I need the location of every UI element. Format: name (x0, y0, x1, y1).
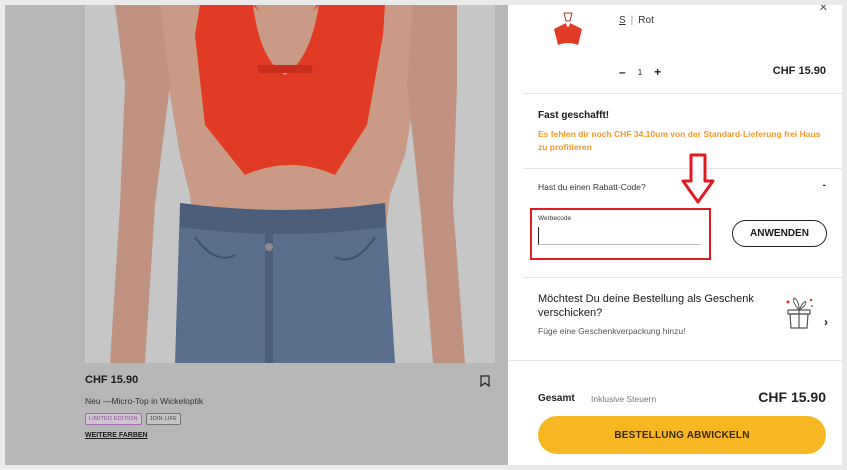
quantity-stepper: – 1 + (619, 65, 661, 79)
divider (524, 277, 842, 278)
cart-item-price: CHF 15.90 (772, 65, 826, 77)
shipping-progress-message: Es fehlen dir noch CHF 34.10um von der S… (538, 129, 821, 152)
close-icon[interactable]: ✕ (819, 5, 828, 14)
coupon-field-label: Werbecode (538, 215, 572, 222)
product-badges: LIMITED EDITION JOIN LIFE (85, 413, 182, 425)
chevron-right-icon[interactable]: › (824, 315, 828, 329)
quantity-value: 1 (637, 67, 643, 77)
product-overlay-area[interactable]: CHF 15.90 Neu —Micro-Top in Wickeloptik … (5, 5, 508, 465)
product-name[interactable]: Neu —Micro-Top in Wickeloptik (85, 396, 203, 406)
quantity-increase-button[interactable]: + (654, 65, 661, 79)
quantity-decrease-button[interactable]: – (619, 65, 626, 79)
gift-option-title[interactable]: Möchtest Du deine Bestellung als Geschen… (538, 292, 773, 320)
down-arrow-annotation-icon (681, 153, 715, 204)
tax-note: Inklusive Steuern (591, 394, 657, 404)
product-price: CHF 15.90 (85, 374, 139, 386)
cart-item-variant: S | Rot (619, 15, 654, 26)
coupon-code-input[interactable] (538, 227, 700, 245)
variant-separator: | (630, 15, 634, 26)
wishlist-bookmark-icon[interactable] (480, 374, 490, 388)
cart-item-thumbnail[interactable] (548, 11, 588, 53)
apply-coupon-button[interactable]: ANWENDEN (732, 220, 827, 247)
badge-limited-edition: LIMITED EDITION (85, 413, 142, 425)
gift-option-subtitle: Füge eine Geschenkverpackung hinzu! (538, 326, 686, 336)
more-colors-link[interactable]: WEITERE FARBEN (85, 432, 148, 439)
divider (524, 93, 842, 94)
total-label: Gesamt (538, 393, 575, 404)
badge-join-life: JOIN LIFE (145, 413, 182, 425)
cart-panel: ✕ S | Rot – 1 + CHF 15.90 Fast geschafft! … (508, 5, 842, 465)
coupon-question[interactable]: Hast du einen Rabatt-Code? (538, 182, 646, 192)
coupon-collapse-toggle[interactable]: - (823, 180, 826, 191)
shipping-progress-title: Fast geschafft! (538, 110, 610, 121)
cart-item-size: S (619, 15, 626, 26)
gift-box-icon (786, 297, 813, 329)
product-photo (85, 5, 495, 363)
checkout-button[interactable]: BESTELLUNG ABWICKELN (538, 416, 826, 454)
cart-item-color: Rot (638, 15, 654, 26)
total-value: CHF 15.90 (758, 389, 826, 405)
